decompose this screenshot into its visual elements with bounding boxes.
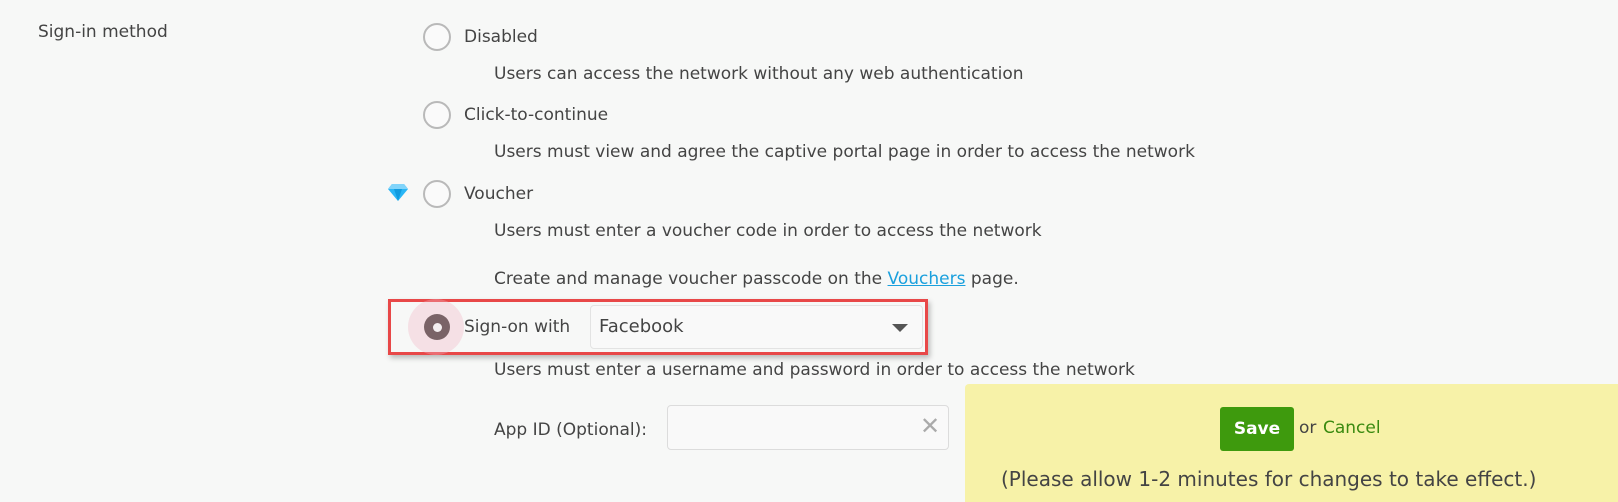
chevron-down-icon [892,324,908,332]
voucher-manage-prefix: Create and manage voucher passcode on th… [494,269,883,289]
option-description-click-to-continue: Users must view and agree the captive po… [494,142,1195,162]
or-text: or [1299,418,1317,438]
radio-disabled[interactable] [423,23,451,51]
sign-on-provider-select[interactable]: Facebook [590,305,923,349]
clear-icon[interactable]: ✕ [920,414,940,438]
option-description-disabled: Users can access the network without any… [494,64,1024,84]
captive-portal-settings: Sign-in method Disabled Users can access… [0,0,1618,502]
voucher-manage-text: Create and manage voucher passcode on th… [494,269,1019,289]
option-description-sign-on-with: Users must enter a username and password… [494,360,1135,380]
option-description-voucher: Users must enter a voucher code in order… [494,221,1042,241]
diamond-icon [388,184,408,201]
radio-sign-on-with[interactable] [424,314,450,340]
radio-voucher[interactable] [423,180,451,208]
app-id-label: App ID (Optional): [494,420,647,440]
option-label-voucher: Voucher [464,184,534,204]
vouchers-link[interactable]: Vouchers [888,269,966,289]
sign-on-provider-value: Facebook [599,316,684,337]
save-bar: Save or Cancel (Please allow 1-2 minutes… [965,384,1618,502]
radio-click-to-continue[interactable] [423,101,451,129]
option-label-click-to-continue: Click-to-continue [464,105,609,125]
option-label-disabled: Disabled [464,27,538,47]
option-label-sign-on-with: Sign-on with [464,317,571,337]
save-button[interactable]: Save [1220,407,1294,451]
voucher-manage-suffix: page. [970,269,1019,289]
sign-in-method-label: Sign-in method [38,22,168,42]
app-id-input[interactable] [667,405,949,450]
save-note: (Please allow 1-2 minutes for changes to… [1001,467,1537,491]
cancel-link[interactable]: Cancel [1323,418,1381,438]
